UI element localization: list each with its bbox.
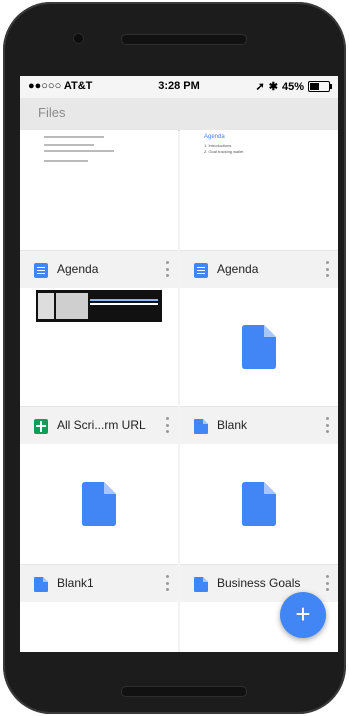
preview-line: 1. Introductions — [204, 143, 232, 148]
file-card-footer: Blank — [180, 406, 338, 443]
status-bar: ●●○○○ AT&T 3:28 PM ➚ ✱ 45% — [20, 76, 338, 98]
camera-icon — [73, 33, 84, 44]
preview-heading: Agenda — [204, 134, 225, 140]
file-name: Agenda — [57, 262, 99, 276]
file-preview — [20, 288, 178, 406]
file-card-footer: All Scri...rm URL — [20, 406, 178, 443]
screen: ●●○○○ AT&T 3:28 PM ➚ ✱ 45% Files Agenda … — [20, 76, 338, 652]
file-card-footer: Blank1 — [20, 564, 178, 601]
file-card-business-goals[interactable]: Business Goals — [180, 444, 338, 601]
file-preview — [20, 444, 178, 564]
app-bar: Files — [20, 98, 338, 131]
file-card-agenda-1[interactable]: Agenda — [20, 130, 178, 287]
file-card-blank1[interactable]: Blank1 — [20, 444, 178, 601]
bottom-speaker — [121, 686, 247, 697]
more-options-icon[interactable] — [166, 261, 170, 277]
file-name: Blank — [217, 418, 248, 432]
sheets-icon — [34, 419, 48, 434]
location-icon: ➚ — [255, 81, 265, 93]
docs-icon — [34, 263, 48, 278]
battery-percent: 45% — [281, 80, 304, 93]
more-options-icon[interactable] — [326, 417, 330, 433]
more-options-icon[interactable] — [166, 417, 170, 433]
file-card-footer: Agenda — [20, 250, 178, 287]
document-icon — [242, 325, 276, 369]
file-card-all-scripts[interactable]: All Scri...rm URL — [20, 288, 178, 443]
file-preview — [180, 444, 338, 564]
bluetooth-icon: ✱ — [268, 81, 278, 93]
file-icon — [194, 419, 208, 434]
docs-icon — [194, 263, 208, 278]
file-icon — [34, 577, 48, 592]
file-card-blank[interactable]: Blank — [180, 288, 338, 443]
more-options-icon[interactable] — [326, 261, 330, 277]
file-name: All Scri...rm URL — [57, 418, 146, 432]
file-preview: Agenda 1. Introductions 2. Goal tracking… — [180, 130, 338, 250]
page-title: Files — [38, 105, 66, 120]
document-icon — [82, 482, 116, 526]
file-card-agenda-2[interactable]: Agenda 1. Introductions 2. Goal tracking… — [180, 130, 338, 287]
file-name: Blank1 — [57, 576, 94, 590]
spreadsheet-thumbnail — [36, 290, 162, 322]
file-preview — [180, 288, 338, 406]
file-icon — [194, 577, 208, 592]
file-name: Business Goals — [217, 576, 301, 590]
document-icon — [242, 482, 276, 526]
file-preview — [20, 130, 178, 250]
more-options-icon[interactable] — [166, 575, 170, 591]
file-card-footer: Agenda — [180, 250, 338, 287]
phone-frame: ●●○○○ AT&T 3:28 PM ➚ ✱ 45% Files Agenda … — [3, 2, 346, 714]
preview-line: 2. Goal tracking wallet — [204, 149, 244, 154]
add-button[interactable]: + — [280, 592, 326, 638]
more-options-icon[interactable] — [326, 575, 330, 591]
battery-icon — [308, 81, 332, 92]
file-card-partial[interactable] — [20, 602, 178, 652]
status-right: ➚ ✱ 45% — [255, 80, 332, 93]
file-name: Agenda — [217, 262, 259, 276]
earpiece-speaker — [121, 34, 247, 45]
